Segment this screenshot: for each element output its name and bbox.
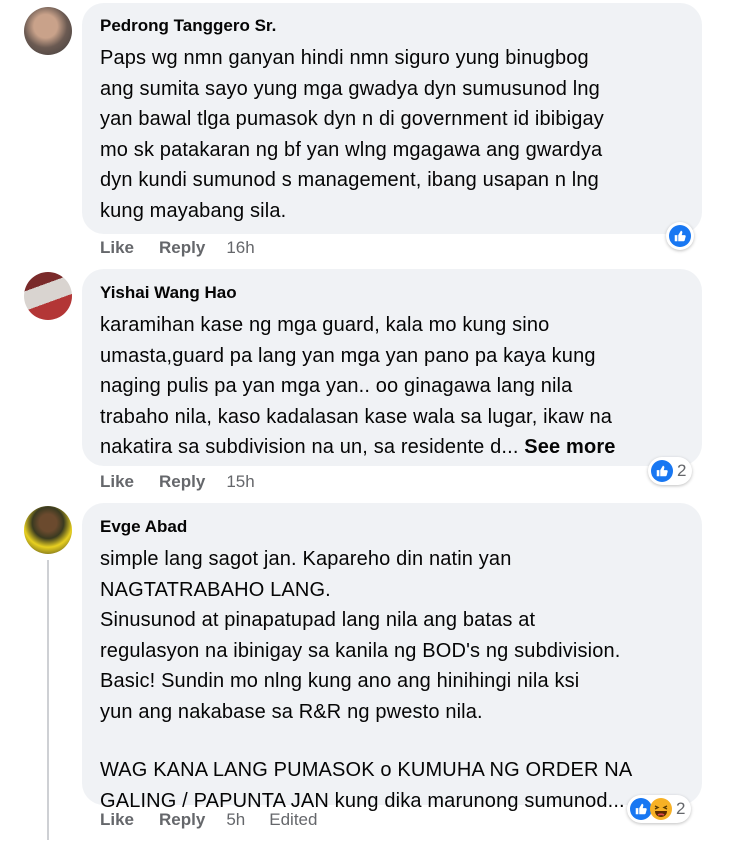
see-more-link[interactable]: See more bbox=[524, 436, 615, 458]
comment-text-line: umasta,guard pa lang yan mga yan pano pa… bbox=[100, 344, 596, 367]
reply-thread-line bbox=[47, 560, 49, 840]
comment-actions: Like Reply 16h bbox=[100, 238, 279, 258]
comment-text-line: Sinusunod at pinapatupad lang nila ang b… bbox=[100, 609, 536, 631]
comment-text-line: nakatira sa subdivision na un, sa reside… bbox=[100, 432, 686, 463]
comment-author[interactable]: Evge Abad bbox=[100, 516, 686, 538]
reply-button[interactable]: Reply bbox=[159, 238, 205, 258]
reaction-badge[interactable]: 2 bbox=[627, 795, 692, 823]
reaction-badge[interactable] bbox=[666, 222, 694, 250]
comment-text-line: yun ang nakabase sa R&R ng pwesto nila. bbox=[100, 700, 483, 723]
comment-actions: Like Reply 15h bbox=[100, 472, 279, 492]
like-button[interactable]: Like bbox=[100, 472, 134, 492]
timestamp[interactable]: 5h bbox=[226, 810, 245, 830]
like-button[interactable]: Like bbox=[100, 810, 134, 830]
avatar[interactable] bbox=[24, 7, 72, 55]
comment-bubble: Evge Abad simple lang sagot jan. Kapareh… bbox=[82, 503, 702, 812]
comment-text-line: trabaho nila, kaso kadalasan kase wala s… bbox=[100, 405, 613, 428]
comment-bubble: Pedrong Tanggero Sr. Paps wg nmn ganyan … bbox=[82, 3, 702, 234]
timestamp[interactable]: 16h bbox=[226, 238, 254, 258]
reply-button[interactable]: Reply bbox=[159, 810, 205, 830]
comment-text-line: naging pulis pa yan mga yan.. oo ginagaw… bbox=[100, 375, 573, 397]
comment-text-line: yan bawal tlga pumasok dyn n di governme… bbox=[100, 108, 604, 130]
comment-text-line: WAG KANA LANG PUMASOK o KUMUHA NG ORDER … bbox=[100, 759, 633, 781]
comment-author[interactable]: Yishai Wang Hao bbox=[100, 282, 686, 304]
comment-text-line: kung mayabang sila. bbox=[100, 199, 287, 222]
avatar[interactable] bbox=[24, 272, 72, 320]
comment-bubble: Yishai Wang Hao karamihan kase ng mga gu… bbox=[82, 269, 702, 466]
reaction-count: 2 bbox=[676, 799, 686, 818]
timestamp[interactable]: 15h bbox=[226, 472, 254, 492]
avatar[interactable] bbox=[24, 506, 72, 554]
comment-text-truncated: nakatira sa subdivision na un, sa reside… bbox=[100, 436, 519, 458]
like-button[interactable]: Like bbox=[100, 238, 134, 258]
comment-text-line: ang sumita sayo yung mga gwadya dyn sumu… bbox=[100, 77, 600, 100]
comment-text-line: Paps wg nmn ganyan hindi nmn siguro yung… bbox=[100, 47, 589, 69]
like-icon bbox=[651, 460, 673, 482]
comment-author[interactable]: Pedrong Tanggero Sr. bbox=[100, 15, 686, 37]
comment-text-line: karamihan kase ng mga guard, kala mo kun… bbox=[100, 314, 550, 336]
comment-actions: Like Reply 5h Edited bbox=[100, 810, 317, 830]
like-icon bbox=[630, 798, 652, 820]
comment-text-line: regulasyon na ibinigay sa kanila ng BOD'… bbox=[100, 639, 621, 662]
comment-text-line: dyn kundi sumunod s management, ibang us… bbox=[100, 169, 599, 191]
reaction-badge[interactable]: 2 bbox=[648, 457, 693, 485]
reaction-count: 2 bbox=[677, 461, 687, 480]
comment-text-line: Basic! Sundin mo nlng kung ano ang hinih… bbox=[100, 670, 580, 692]
comment-text-line: mo sk patakaran ng bf yan wlng mgagawa a… bbox=[100, 138, 603, 161]
comment-text-line: NAGTATRABAHO LANG. bbox=[100, 578, 331, 601]
haha-icon bbox=[650, 798, 672, 820]
comment-text-line: simple lang sagot jan. Kapareho din nati… bbox=[100, 548, 512, 570]
like-icon bbox=[669, 225, 691, 247]
edited-label[interactable]: Edited bbox=[269, 810, 317, 830]
reply-button[interactable]: Reply bbox=[159, 472, 205, 492]
